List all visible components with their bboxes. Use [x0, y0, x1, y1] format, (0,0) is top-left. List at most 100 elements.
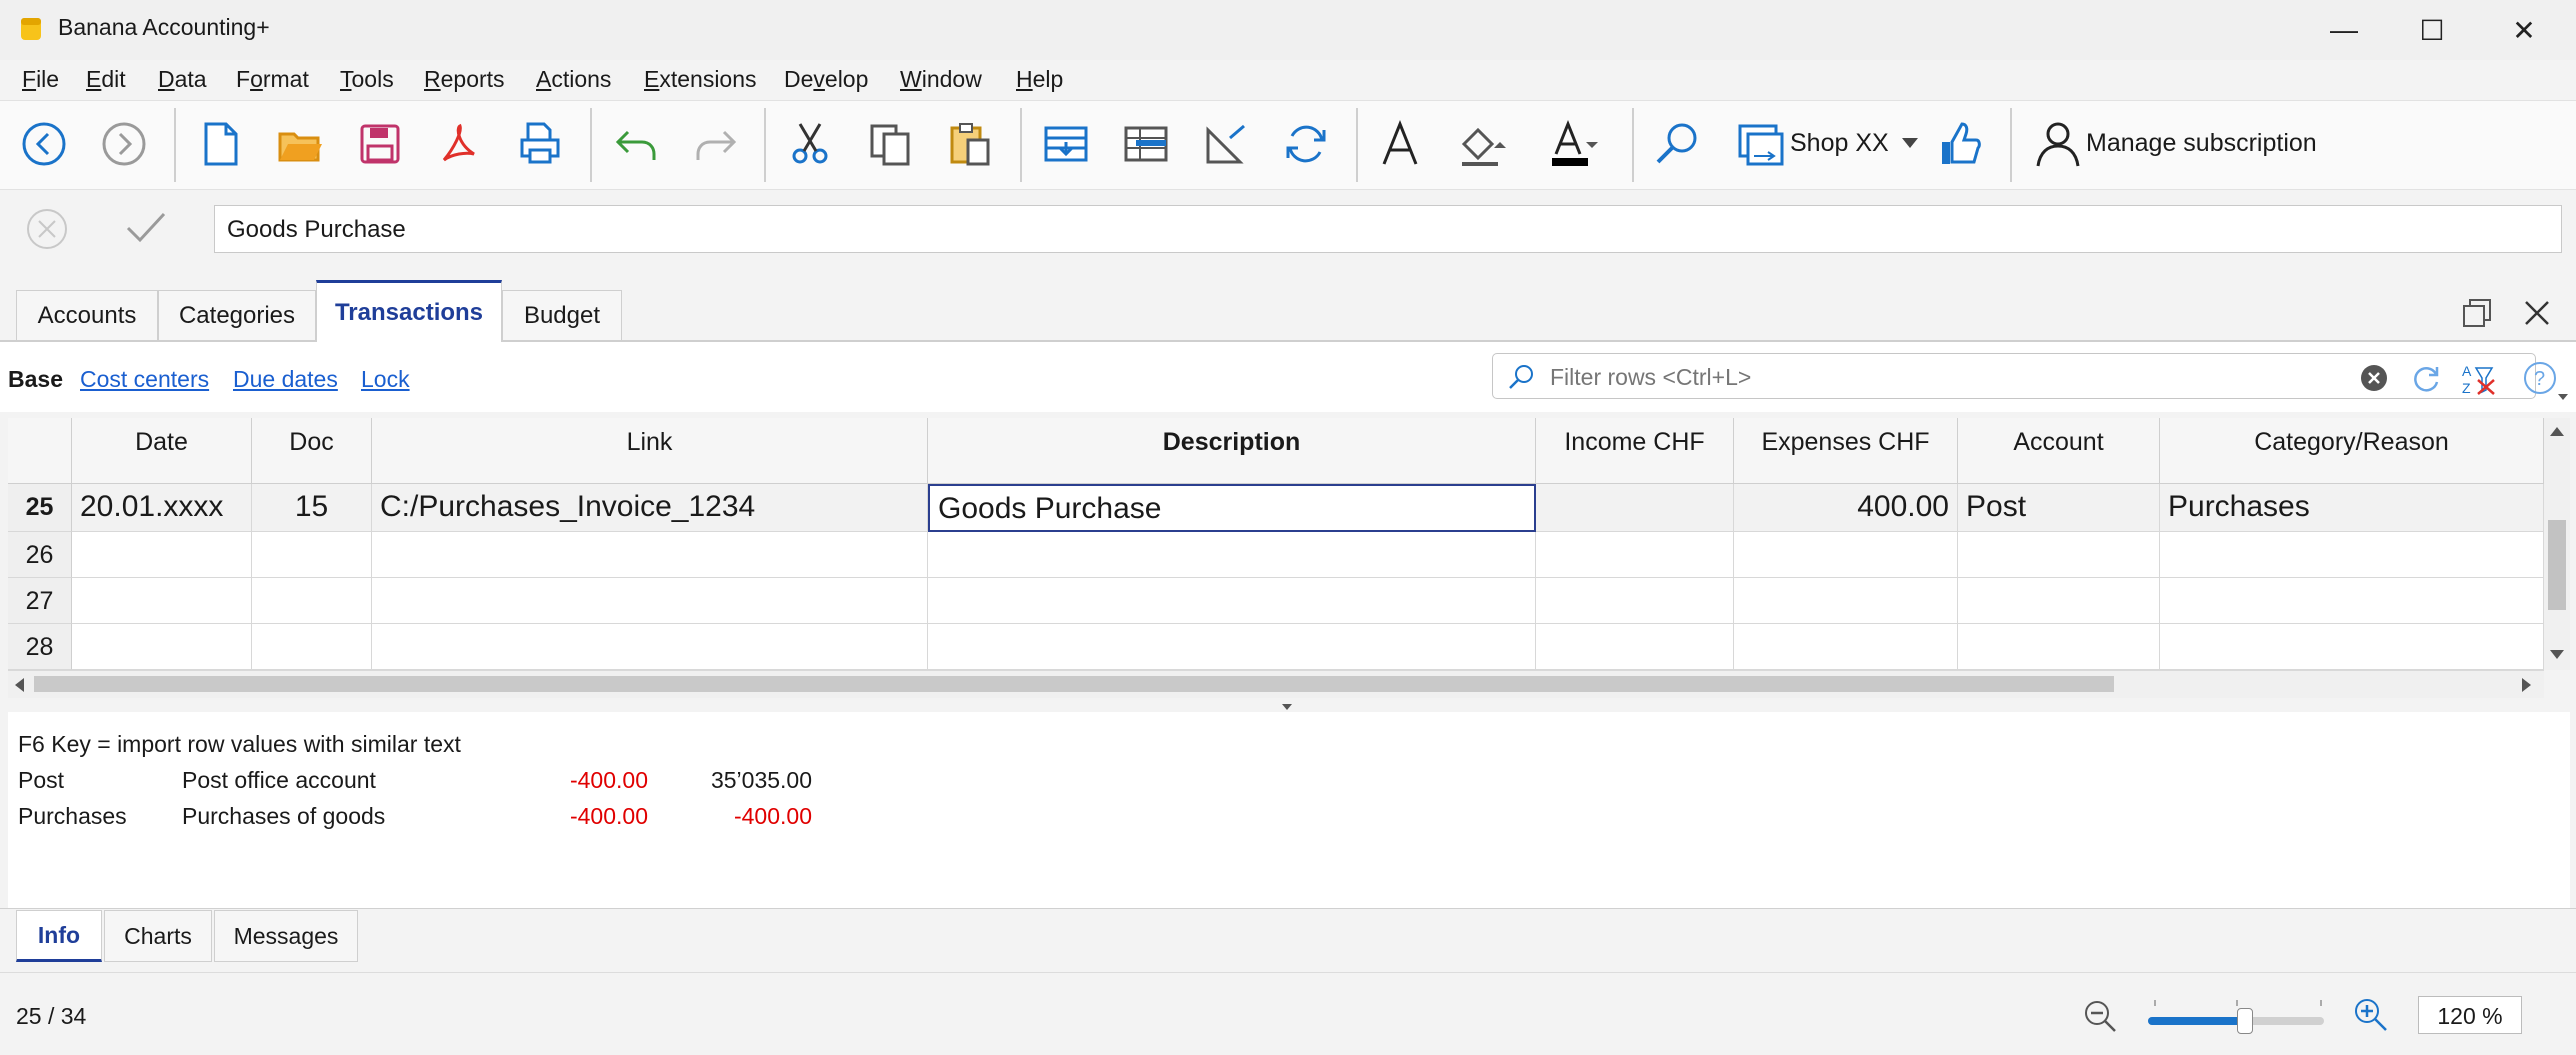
font-icon[interactable] — [1374, 118, 1426, 170]
table-cell-date[interactable] — [72, 532, 252, 578]
table-cell-date[interactable] — [72, 624, 252, 670]
column-header-expenses[interactable]: Expenses CHF — [1734, 418, 1958, 484]
tab-messages[interactable]: Messages — [214, 910, 358, 962]
view-base[interactable]: Base — [8, 366, 63, 393]
tab-transactions[interactable]: Transactions — [316, 280, 502, 342]
menu-window[interactable]: Window — [900, 66, 982, 93]
cell-edit-input[interactable]: Goods Purchase — [214, 205, 2562, 253]
table-cell-category[interactable] — [2160, 624, 2544, 670]
menu-reports[interactable]: Reports — [424, 66, 505, 93]
row-number[interactable]: 28 — [8, 624, 72, 670]
splitter-handle-icon[interactable] — [1280, 702, 1294, 712]
table-cell-expenses[interactable]: 400.00 — [1734, 484, 1958, 532]
table-cell-link[interactable] — [372, 578, 928, 624]
menu-data[interactable]: Data — [158, 66, 207, 93]
set-square-icon[interactable] — [1200, 118, 1252, 170]
column-header-link[interactable]: Link — [372, 418, 928, 484]
table-cell-income[interactable] — [1536, 624, 1734, 670]
help-icon[interactable]: ? — [2522, 360, 2568, 402]
print-icon[interactable] — [514, 118, 566, 170]
redo-icon[interactable] — [690, 118, 742, 170]
table-cell-link[interactable]: C:/Purchases_Invoice_1234 — [372, 484, 928, 532]
table-cell-date[interactable] — [72, 578, 252, 624]
row-number[interactable]: 25 — [8, 484, 72, 532]
table-cell-account[interactable]: Post — [1958, 484, 2160, 532]
add-row-icon[interactable] — [1120, 118, 1172, 170]
zoom-out-icon[interactable] — [2082, 998, 2118, 1034]
maximize-button[interactable]: ☐ — [2402, 10, 2462, 50]
tab-budget[interactable]: Budget — [502, 290, 622, 340]
table-cell-account[interactable] — [1958, 624, 2160, 670]
scroll-up-icon[interactable] — [2548, 424, 2566, 438]
menu-help[interactable]: Help — [1016, 66, 1063, 93]
restore-panel-icon[interactable] — [2460, 296, 2494, 330]
manage-subscription-link[interactable]: Manage subscription — [2086, 129, 2317, 158]
table-cell-expenses[interactable] — [1734, 624, 1958, 670]
shop-icon[interactable] — [1734, 118, 1786, 170]
tab-categories[interactable]: Categories — [158, 290, 316, 340]
table-cell-description[interactable] — [928, 578, 1536, 624]
zoom-level[interactable]: 120 % — [2418, 996, 2522, 1034]
column-header-doc[interactable]: Doc — [252, 418, 372, 484]
menu-file[interactable]: File — [22, 66, 59, 93]
table-cell-category[interactable]: Purchases — [2160, 484, 2544, 532]
refresh-icon[interactable] — [2410, 362, 2442, 394]
table-cell-account[interactable] — [1958, 578, 2160, 624]
pdf-icon[interactable] — [434, 118, 486, 170]
table-cell-income[interactable] — [1536, 532, 1734, 578]
zoom-slider-thumb[interactable] — [2236, 1008, 2253, 1034]
table-cell-account[interactable] — [1958, 532, 2160, 578]
view-due-dates[interactable]: Due dates — [233, 366, 338, 393]
table-cell-link[interactable] — [372, 624, 928, 670]
minimize-button[interactable]: — — [2314, 10, 2374, 50]
view-cost-centers[interactable]: Cost centers — [80, 366, 209, 393]
tab-info[interactable]: Info — [16, 910, 102, 962]
vertical-scroll-thumb[interactable] — [2548, 520, 2566, 610]
scroll-right-icon[interactable] — [2520, 676, 2534, 694]
back-icon[interactable] — [18, 118, 70, 170]
column-header-category[interactable]: Category/Reason — [2160, 418, 2544, 484]
row-number[interactable]: 27 — [8, 578, 72, 624]
confirm-edit-icon[interactable] — [124, 208, 168, 248]
search-icon[interactable] — [1652, 118, 1704, 170]
like-icon[interactable] — [1934, 118, 1986, 170]
table-cell-description-selected[interactable]: Goods Purchase — [928, 484, 1536, 532]
column-header-date[interactable]: Date — [72, 418, 252, 484]
forward-icon[interactable] — [98, 118, 150, 170]
clear-filter-icon[interactable] — [2360, 364, 2388, 392]
scroll-left-icon[interactable] — [12, 676, 26, 694]
refresh-icon[interactable] — [1280, 118, 1332, 170]
text-color-icon[interactable] — [1546, 118, 1598, 170]
shop-selector-label[interactable]: Shop XX — [1790, 129, 1889, 158]
user-icon[interactable] — [2032, 118, 2084, 170]
chevron-down-icon[interactable] — [1900, 136, 1920, 150]
column-header-income[interactable]: Income CHF — [1536, 418, 1734, 484]
menu-develop[interactable]: Develop — [784, 66, 868, 93]
sort-clear-icon[interactable]: AZ — [2460, 362, 2496, 396]
paste-icon[interactable] — [944, 118, 996, 170]
view-lock[interactable]: Lock — [361, 366, 410, 393]
table-cell-description[interactable] — [928, 624, 1536, 670]
save-icon[interactable] — [354, 118, 406, 170]
close-panel-icon[interactable] — [2520, 296, 2554, 330]
table-cell-category[interactable] — [2160, 578, 2544, 624]
menu-tools[interactable]: Tools — [340, 66, 394, 93]
table-cell-doc[interactable] — [252, 624, 372, 670]
menu-actions[interactable]: Actions — [536, 66, 611, 93]
scroll-down-icon[interactable] — [2548, 648, 2566, 662]
table-cell-date[interactable]: 20.01.xxxx — [72, 484, 252, 532]
table-cell-income[interactable] — [1536, 578, 1734, 624]
new-file-icon[interactable] — [194, 118, 246, 170]
insert-rows-icon[interactable] — [1040, 118, 1092, 170]
horizontal-scroll-thumb[interactable] — [34, 676, 2114, 692]
table-cell-expenses[interactable] — [1734, 532, 1958, 578]
close-window-button[interactable]: ✕ — [2494, 10, 2554, 50]
table-cell-doc[interactable]: 15 — [252, 484, 372, 532]
table-cell-link[interactable] — [372, 532, 928, 578]
table-cell-expenses[interactable] — [1734, 578, 1958, 624]
table-cell-doc[interactable] — [252, 532, 372, 578]
row-number[interactable]: 26 — [8, 532, 72, 578]
open-folder-icon[interactable] — [274, 118, 326, 170]
column-header-description[interactable]: Description — [928, 418, 1536, 484]
tab-charts[interactable]: Charts — [104, 910, 212, 962]
